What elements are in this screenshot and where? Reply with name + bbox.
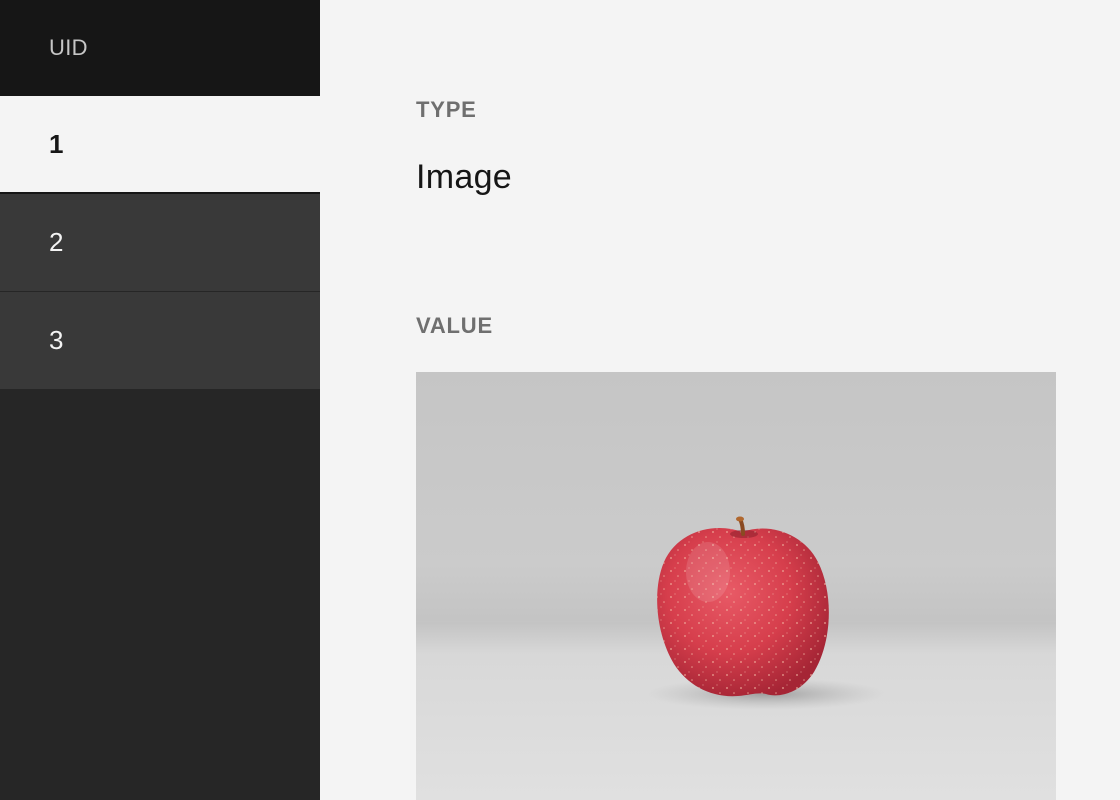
- sidebar-header: UID: [0, 0, 320, 96]
- detail-panel: TYPE Image VALUE: [320, 0, 1120, 800]
- type-label: TYPE: [416, 97, 477, 122]
- sidebar-item-1[interactable]: 1: [0, 96, 320, 194]
- sidebar-item-label: 1: [49, 128, 64, 159]
- sidebar-header-label: UID: [49, 35, 88, 60]
- sidebar-item-3[interactable]: 3: [0, 292, 320, 389]
- type-value: Image: [416, 158, 512, 196]
- sidebar-item-label: 3: [49, 325, 64, 355]
- apple-photo: [416, 372, 1056, 710]
- value-label: VALUE: [416, 313, 493, 338]
- sidebar-item-2[interactable]: 2: [0, 194, 320, 292]
- value-image: [416, 372, 1056, 800]
- sidebar-item-label: 2: [49, 227, 64, 257]
- sidebar: UID 1 2 3: [0, 0, 320, 800]
